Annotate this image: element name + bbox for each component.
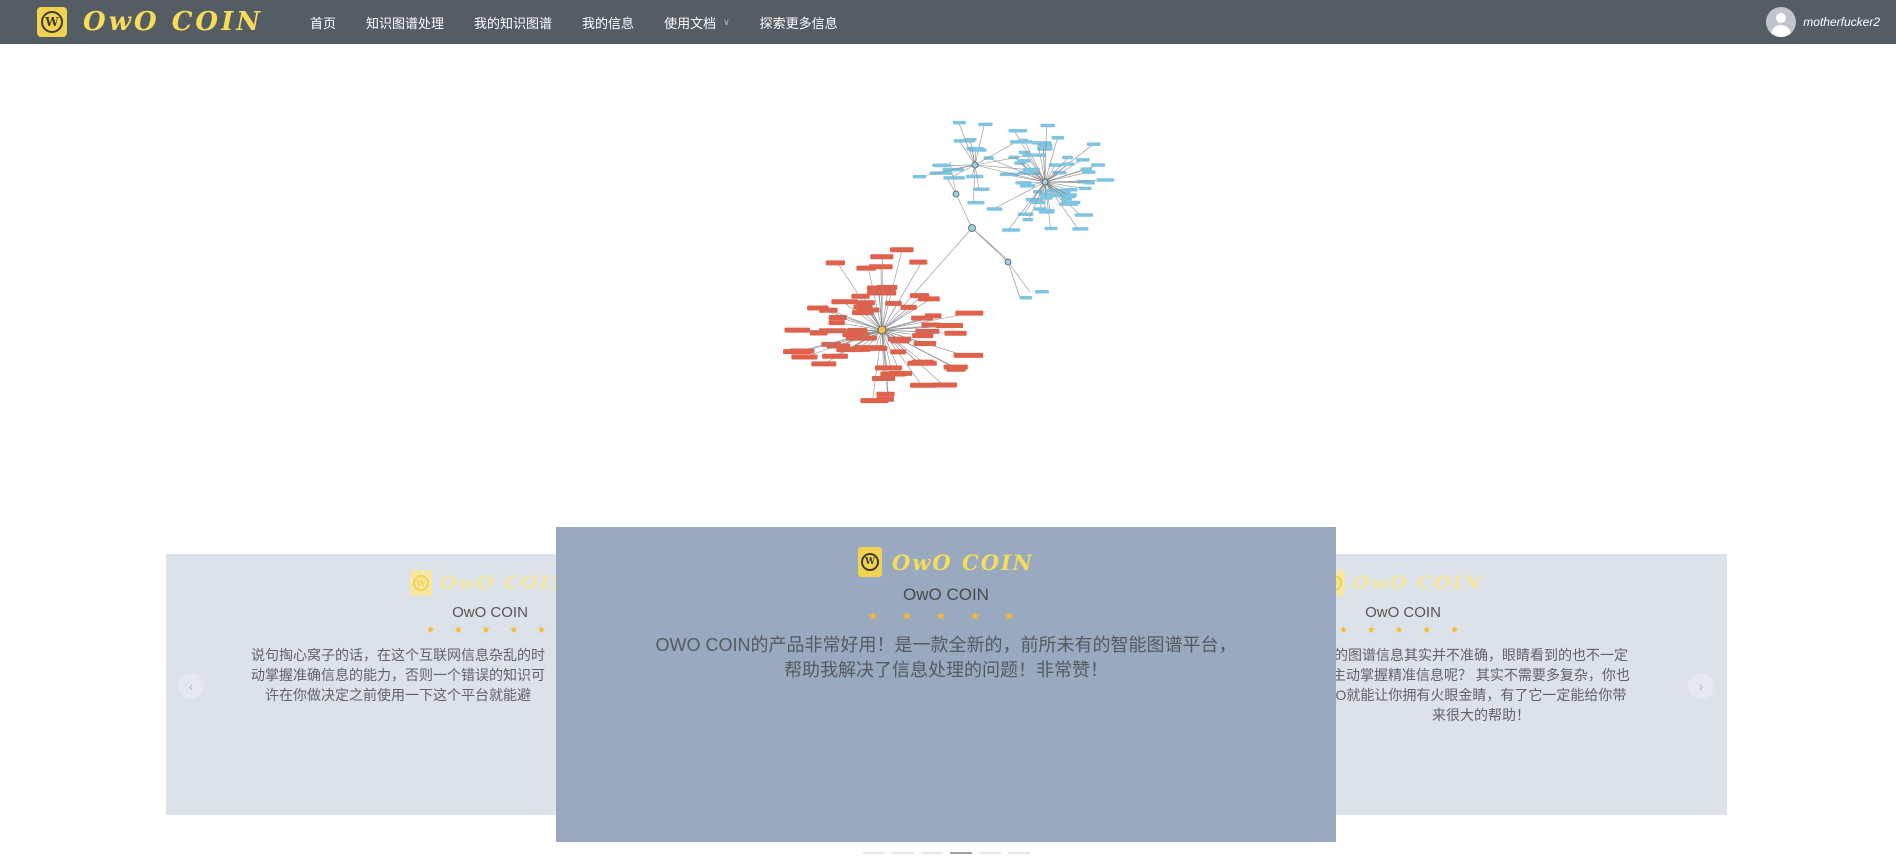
avatar-icon[interactable] <box>1766 7 1797 37</box>
nav-item-kg-processing[interactable]: 知识图谱处理 <box>366 13 444 32</box>
nav-label: 我的信息 <box>582 15 635 31</box>
carousel-indicators <box>863 852 1037 854</box>
logo-icon: W <box>410 570 432 596</box>
card-brand: W OwO COIN <box>556 547 1336 577</box>
nav-item-home[interactable]: 首页 <box>310 13 336 32</box>
card-brand-name: OwO COIN <box>892 549 1034 575</box>
nav-label: 知识图谱处理 <box>366 15 445 31</box>
nav-item-my-kg[interactable]: 我的知识图谱 <box>474 13 552 32</box>
star-rating: ★ ★ ★ ★ ★ <box>867 609 1025 623</box>
carousel-indicator[interactable] <box>1008 852 1030 854</box>
brand-name: OwO COIN <box>83 7 263 37</box>
carousel-indicator[interactable] <box>950 852 972 854</box>
nav-label: 使用文档 <box>664 15 717 31</box>
carousel-card-active: W OwO COIN OwO COIN ★ ★ ★ ★ ★ OWO COIN的产… <box>556 527 1336 842</box>
card-review-text: OWO COIN的产品非常好用！是一款全新的，前所未有的智能图谱平台， 帮助我解… <box>655 635 1237 680</box>
brand-logo[interactable]: W OwO COIN <box>37 6 263 38</box>
carousel-prev-button[interactable]: ‹ <box>178 673 204 699</box>
logo-letter: W <box>861 553 879 571</box>
main-nav: 首页 知识图谱处理 我的知识图谱 我的信息 使用文档 ∨ 探索更多信息 <box>310 0 868 44</box>
username: motherfucker2 <box>1803 15 1880 29</box>
card-brand-name: OwO COIN <box>440 572 570 594</box>
top-navbar: W OwO COIN 首页 知识图谱处理 我的知识图谱 我的信息 使用文档 ∨ … <box>0 0 1896 44</box>
card-reviewer-name: OwO COIN <box>903 585 989 604</box>
card-review-text: 的图谱信息其实并不准确，眼睛看到的也不一定 主动掌握精准信息呢？ 其实不需要多复… <box>1332 647 1630 723</box>
nav-item-explore[interactable]: 探索更多信息 <box>760 13 838 32</box>
user-menu[interactable]: motherfucker2 <box>1766 7 1880 37</box>
carousel-indicator[interactable] <box>863 852 885 854</box>
chevron-down-icon: ∨ <box>723 16 730 27</box>
chevron-right-icon: › <box>1698 678 1704 694</box>
logo-icon: W <box>37 7 67 37</box>
nav-label: 探索更多信息 <box>759 15 838 31</box>
nav-label: 我的知识图谱 <box>474 15 553 31</box>
knowledge-graph-image <box>783 120 1115 404</box>
carousel-next-button[interactable]: › <box>1688 673 1714 699</box>
nav-item-my-info[interactable]: 我的信息 <box>582 13 634 32</box>
card-review-text: 说句掏心窝子的话，在这个互联网信息杂乱的时 动掌握准确信息的能力，否则一个错误的… <box>251 647 545 703</box>
logo-icon: W <box>858 547 882 577</box>
nav-item-docs[interactable]: 使用文档 ∨ <box>664 13 730 32</box>
chevron-left-icon: ‹ <box>188 678 194 694</box>
carousel-indicator[interactable] <box>892 852 914 854</box>
carousel-indicator[interactable] <box>979 852 1001 854</box>
logo-letter: W <box>413 575 429 591</box>
nav-label: 首页 <box>310 15 337 31</box>
logo-letter: W <box>41 11 63 33</box>
carousel-indicator[interactable] <box>921 852 943 854</box>
card-brand-name: OwO COIN <box>1353 572 1483 594</box>
